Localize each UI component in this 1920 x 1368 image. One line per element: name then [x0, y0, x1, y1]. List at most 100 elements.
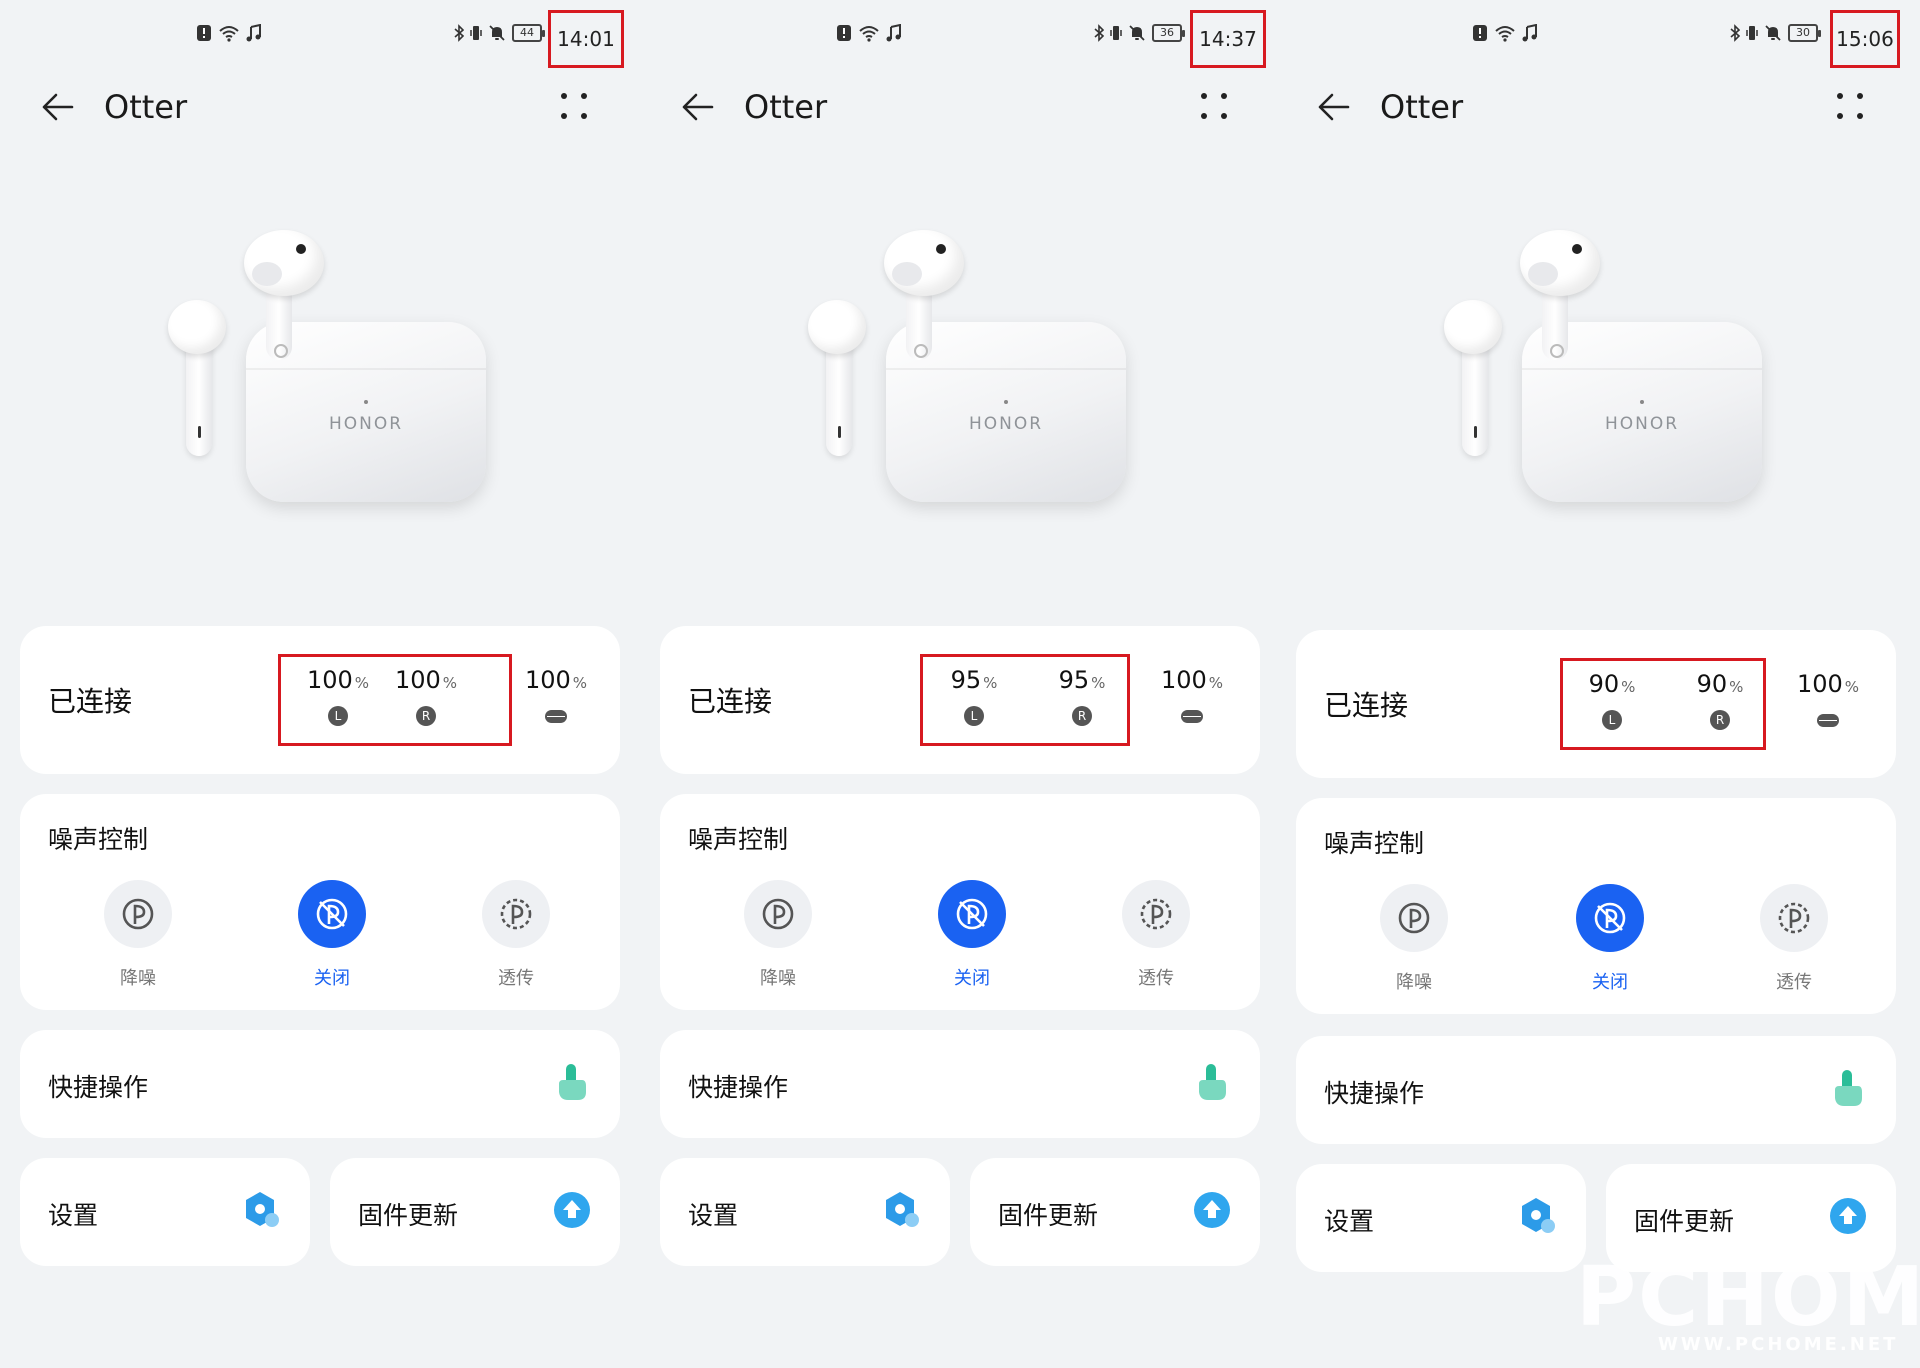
quick-actions-card[interactable]: 快捷操作 — [660, 1030, 1260, 1138]
connection-status: 已连接 — [48, 685, 133, 718]
connection-card: 已连接 90% L 90% R 100% — [1296, 630, 1896, 778]
status-left-icons — [1472, 24, 1538, 42]
nfc-icon — [836, 24, 852, 42]
more-dots-icon[interactable] — [1194, 86, 1234, 126]
music-icon — [246, 24, 262, 42]
case-battery: 100% — [1788, 670, 1868, 727]
settings-label: 设置 — [1324, 1207, 1375, 1236]
firmware-update-card[interactable]: 固件更新 — [330, 1158, 620, 1266]
case-battery-value: 100 — [1796, 670, 1843, 698]
back-arrow-icon[interactable] — [38, 87, 78, 127]
settings-hex-icon — [886, 1192, 919, 1227]
right-earbud-battery: 90% R — [1680, 670, 1760, 730]
status-bar: 30 15:06 — [1284, 10, 1906, 68]
music-icon — [886, 24, 902, 42]
left-badge: L — [328, 706, 348, 726]
settings-card[interactable]: 设置 — [20, 1158, 310, 1266]
screen-panel-1: 44 14:01 Otter HONOR 已连接 100% L 100% R 1… — [8, 0, 630, 1368]
phone-battery: 44 — [512, 24, 545, 42]
case-battery: 100% — [1152, 666, 1232, 723]
earbuds-product-image: HONOR — [788, 210, 1148, 520]
page-title: Otter — [744, 88, 828, 126]
noise-control-card: 噪声控制 降噪 关闭 透传 — [660, 794, 1260, 1010]
case-battery-value: 100 — [1160, 666, 1207, 694]
status-time: 15:06 — [1830, 10, 1900, 68]
noise-mode-off[interactable]: 关闭 — [282, 880, 382, 990]
noise-control-title: 噪声控制 — [688, 825, 789, 854]
noise-mode-anc[interactable]: 降噪 — [88, 880, 188, 990]
firmware-update-card[interactable]: 固件更新 — [970, 1158, 1260, 1266]
phone-battery: 30 — [1788, 24, 1821, 42]
firmware-update-card[interactable]: 固件更新 — [1606, 1164, 1896, 1272]
vibrate-icon — [1110, 24, 1122, 42]
connection-card: 已连接 95% L 95% R 100% — [660, 626, 1260, 774]
settings-label: 设置 — [48, 1201, 99, 1230]
connection-card: 已连接 100% L 100% R 100% — [20, 626, 620, 774]
noise-mode-transparency[interactable]: 透传 — [466, 880, 566, 990]
case-icon — [545, 710, 567, 723]
noise-mode-label: 关闭 — [314, 968, 350, 989]
transparency-icon — [482, 880, 550, 948]
left-earbud-battery: 95% L — [934, 666, 1014, 726]
status-left-icons — [196, 24, 262, 42]
noise-mode-transparency[interactable]: 透传 — [1106, 880, 1206, 990]
right-earbud-battery: 100% R — [386, 666, 466, 726]
wifi-icon — [218, 24, 240, 42]
firmware-label: 固件更新 — [1634, 1207, 1735, 1236]
back-arrow-icon[interactable] — [1314, 87, 1354, 127]
page-title: Otter — [1380, 88, 1464, 126]
percent-sign: % — [1091, 674, 1106, 692]
right-earbud — [884, 230, 964, 380]
noise-mode-transparency[interactable]: 透传 — [1744, 884, 1844, 994]
transparency-icon — [1122, 880, 1190, 948]
quick-actions-card[interactable]: 快捷操作 — [1296, 1036, 1896, 1144]
case-icon — [1817, 714, 1839, 727]
percent-sign: % — [354, 674, 370, 692]
upload-arrow-icon — [554, 1192, 590, 1228]
settings-hex-icon — [246, 1192, 279, 1227]
mute-bell-icon — [1764, 24, 1782, 42]
noise-mode-off[interactable]: 关闭 — [922, 880, 1022, 990]
status-bar: 44 14:01 — [8, 10, 630, 68]
touch-gesture-icon — [1199, 1064, 1226, 1100]
quick-actions-card[interactable]: 快捷操作 — [20, 1030, 620, 1138]
left-earbud — [808, 300, 866, 456]
left-battery-value: 90 — [1588, 670, 1620, 698]
more-dots-icon[interactable] — [554, 86, 594, 126]
noise-control-card: 噪声控制 降噪 关闭 透传 — [20, 794, 620, 1010]
quick-actions-label: 快捷操作 — [688, 1073, 789, 1102]
status-time: 14:37 — [1190, 10, 1266, 68]
left-earbud-battery: 90% L — [1572, 670, 1652, 730]
title-bar: Otter — [38, 82, 608, 132]
right-earbud-battery: 95% R — [1042, 666, 1122, 726]
back-arrow-icon[interactable] — [678, 87, 718, 127]
percent-sign: % — [1844, 678, 1860, 696]
quick-actions-label: 快捷操作 — [1324, 1079, 1425, 1108]
settings-card[interactable]: 设置 — [1296, 1164, 1586, 1272]
status-time: 14:01 — [548, 10, 624, 68]
status-bar: 36 14:37 — [648, 10, 1270, 68]
settings-card[interactable]: 设置 — [660, 1158, 950, 1266]
noise-mode-label: 降噪 — [120, 968, 156, 989]
left-badge: L — [1602, 710, 1622, 730]
connection-status: 已连接 — [688, 685, 773, 718]
noise-control-title: 噪声控制 — [48, 825, 149, 854]
more-dots-icon[interactable] — [1830, 86, 1870, 126]
noise-mode-anc[interactable]: 降噪 — [728, 880, 828, 990]
noise-control-title: 噪声控制 — [1324, 829, 1425, 858]
connection-status: 已连接 — [1324, 689, 1409, 722]
wifi-icon — [858, 24, 880, 42]
noise-mode-off[interactable]: 关闭 — [1560, 884, 1660, 994]
screen-panel-2: 36 14:37 Otter HONOR 已连接 95% L 95% R 100… — [648, 0, 1270, 1368]
right-badge: R — [416, 706, 436, 726]
case-battery: 100% — [516, 666, 596, 723]
honor-logo: HONOR — [328, 414, 404, 434]
transparency-icon — [1760, 884, 1828, 952]
noise-mode-label: 降噪 — [760, 968, 796, 989]
vibrate-icon — [1746, 24, 1758, 42]
noise-mode-anc[interactable]: 降噪 — [1364, 884, 1464, 994]
percent-sign: % — [1621, 678, 1636, 696]
right-battery-value: 100 — [394, 666, 441, 694]
earbuds-product-image: HONOR — [148, 210, 508, 520]
comparison-stage: 44 14:01 Otter HONOR 已连接 100% L 100% R 1… — [0, 0, 1920, 1368]
